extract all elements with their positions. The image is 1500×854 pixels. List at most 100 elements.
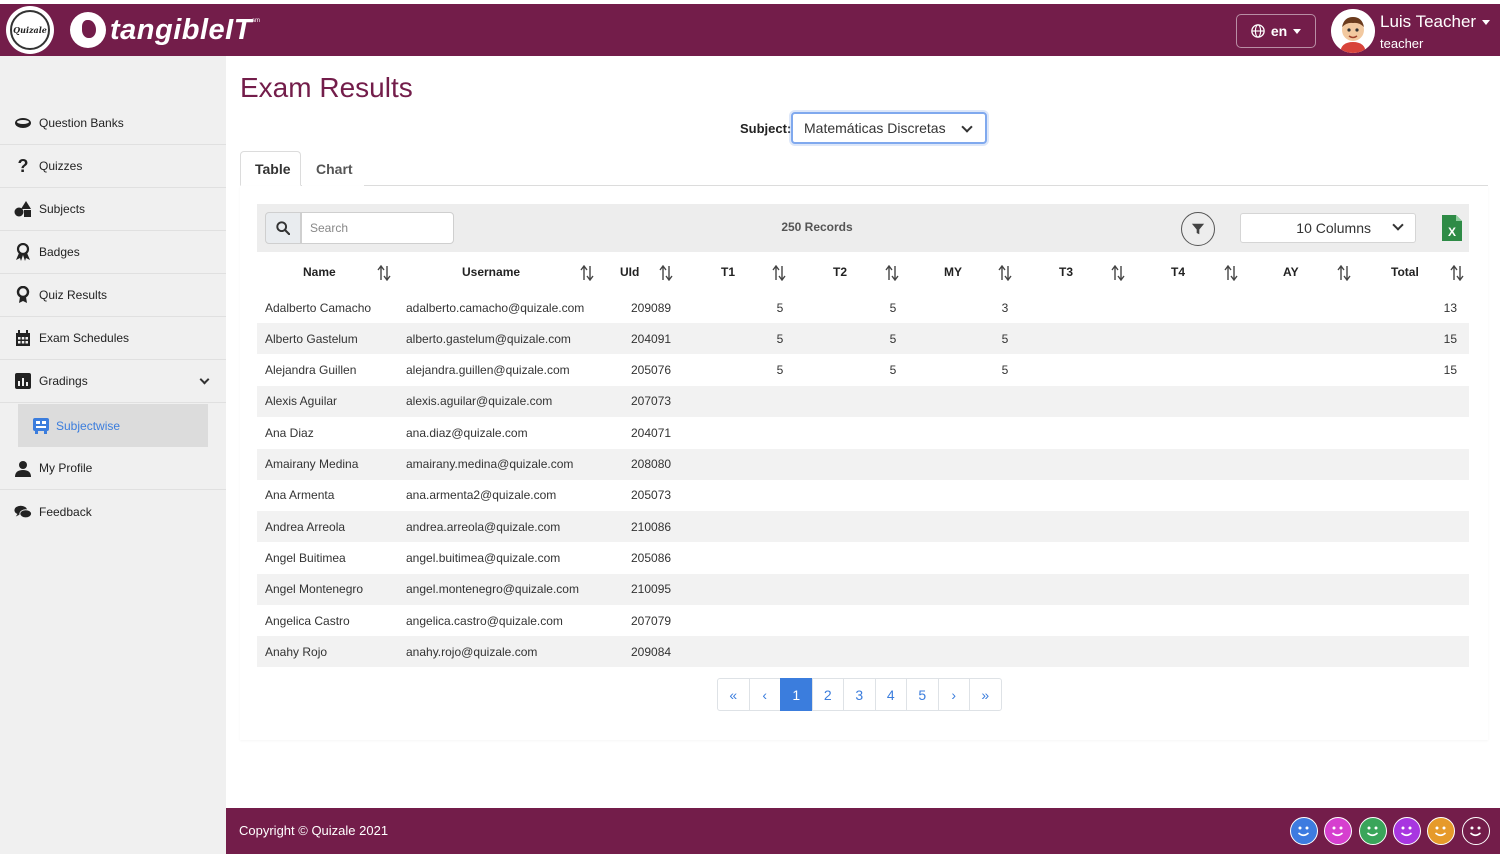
- subject-icon: [32, 417, 50, 435]
- tab-table[interactable]: Table: [240, 151, 301, 186]
- sort-icon[interactable]: [1337, 264, 1351, 282]
- quizale-logo-text: Quizale: [10, 10, 50, 50]
- theme-smiley-icon[interactable]: [1359, 817, 1387, 845]
- sidebar-item-label: Badges: [39, 245, 80, 259]
- filter-button[interactable]: [1181, 212, 1215, 246]
- table-row[interactable]: Adalberto Camacho adalberto.camacho@quiza…: [257, 292, 1469, 323]
- cell-name: Alejandra Guillen: [265, 363, 357, 378]
- sidebar-item-badges[interactable]: Badges: [0, 231, 226, 274]
- excel-export-icon[interactable]: X: [1442, 215, 1462, 241]
- sidebar-subitem-subjectwise[interactable]: Subjectwise: [18, 404, 208, 447]
- sort-icon[interactable]: [998, 264, 1012, 282]
- sidebar-item-feedback[interactable]: Feedback: [0, 490, 226, 533]
- cell-name: Alexis Aguilar: [265, 394, 338, 409]
- theme-smiley-icon[interactable]: [1427, 817, 1455, 845]
- search-input[interactable]: [301, 212, 454, 244]
- cell-username: ana.diaz@quizale.com: [406, 425, 528, 440]
- user-menu[interactable]: Luis Teacher: [1380, 12, 1491, 32]
- sidebar-item-exam-schedules[interactable]: Exam Schedules: [0, 317, 226, 360]
- cell-uid: 204071: [631, 425, 672, 440]
- sort-icon[interactable]: [772, 264, 786, 282]
- theme-smiley-icon[interactable]: [1290, 817, 1318, 845]
- language-label: en: [1270, 23, 1288, 39]
- user-avatar[interactable]: [1331, 9, 1375, 53]
- page-1[interactable]: 1: [780, 678, 813, 711]
- page-4[interactable]: 4: [874, 678, 907, 711]
- cell-t2: 5: [889, 300, 897, 315]
- table-row[interactable]: Angel Montenegro angel.montenegro@quizale…: [257, 573, 1469, 605]
- column-header-t4[interactable]: T4: [1171, 252, 1185, 292]
- cell-username: angel.montenegro@quizale.com: [406, 582, 579, 597]
- copyright-text: Copyright © Quizale 2021: [239, 823, 389, 838]
- cell-t2: 5: [889, 331, 897, 346]
- table-row[interactable]: Angel Buitimea angel.buitimea@quizale.com…: [257, 542, 1469, 573]
- sidebar-item-gradings[interactable]: Gradings: [0, 360, 226, 403]
- sidebar-subitem-label: Subjectwise: [56, 418, 121, 433]
- theme-smiley-icon[interactable]: [1324, 817, 1352, 845]
- sort-icon[interactable]: [580, 264, 594, 282]
- bank-icon: [14, 114, 32, 132]
- sidebar-item-quizzes[interactable]: ? Quizzes: [0, 145, 226, 188]
- cell-my: 5: [1001, 363, 1009, 378]
- language-dropdown[interactable]: en: [1236, 14, 1316, 48]
- table-row[interactable]: Alexis Aguilar alexis.aguilar@quizale.com…: [257, 385, 1469, 417]
- theme-smiley-icon[interactable]: [1462, 817, 1490, 845]
- sidebar-item-subjects[interactable]: Subjects: [0, 188, 226, 231]
- svg-text:X: X: [1448, 225, 1456, 239]
- column-header-t1[interactable]: T1: [721, 252, 735, 292]
- first-page-button[interactable]: «: [717, 678, 750, 711]
- top-bar: Quizale tangibleIT sm en Luis Teacher te…: [0, 4, 1500, 56]
- theme-smiley-icon[interactable]: [1393, 817, 1421, 845]
- table-row[interactable]: Alejandra Guillen alejandra.guillen@quiza…: [257, 355, 1469, 386]
- columns-select[interactable]: 10 Columns: [1240, 213, 1416, 243]
- column-header-total[interactable]: Total: [1391, 252, 1419, 292]
- sort-icon[interactable]: [885, 264, 899, 282]
- column-header-t3[interactable]: T3: [1059, 252, 1073, 292]
- table-row[interactable]: Andrea Arreola andrea.arreola@quizale.com…: [257, 511, 1469, 543]
- cell-username: angel.buitimea@quizale.com: [406, 550, 561, 565]
- sidebar-item-quiz-results[interactable]: Quiz Results: [0, 274, 226, 317]
- cell-t1: 5: [776, 331, 784, 346]
- sort-icon[interactable]: [1111, 264, 1125, 282]
- chevron-down-icon: [1392, 219, 1404, 231]
- tab-chart[interactable]: Chart: [302, 151, 364, 186]
- column-header-my[interactable]: MY: [944, 252, 962, 292]
- column-header-name[interactable]: Name: [303, 252, 336, 292]
- column-header-uid[interactable]: UId: [620, 252, 639, 292]
- chevron-down-icon: [199, 374, 210, 385]
- last-page-button[interactable]: »: [969, 678, 1002, 711]
- table-row[interactable]: Anahy Rojo anahy.rojo@quizale.com 209084: [257, 636, 1469, 668]
- column-header-ay[interactable]: AY: [1283, 252, 1299, 292]
- subject-select[interactable]: Matemáticas Discretas: [791, 112, 987, 144]
- sort-icon[interactable]: [377, 264, 391, 282]
- page-5[interactable]: 5: [906, 678, 939, 711]
- subject-label: Subject:: [740, 121, 792, 136]
- table-row[interactable]: Amairany Medina amairany.medina@quizale.c…: [257, 448, 1469, 480]
- table-row[interactable]: Alberto Gastelum alberto.gastelum@quizale…: [257, 323, 1469, 355]
- quizale-logo[interactable]: Quizale: [6, 6, 54, 54]
- column-header-t2[interactable]: T2: [833, 252, 847, 292]
- cell-username: alexis.aguilar@quizale.com: [406, 394, 553, 409]
- sort-icon[interactable]: [1450, 264, 1464, 282]
- sidebar-item-my-profile[interactable]: My Profile: [0, 447, 226, 490]
- sidebar-item-label: Subjects: [39, 202, 86, 216]
- sidebar-item-question-banks[interactable]: Question Banks: [0, 102, 226, 145]
- column-header-username[interactable]: Username: [462, 252, 520, 292]
- page-2[interactable]: 2: [811, 678, 844, 711]
- sort-icon[interactable]: [659, 264, 673, 282]
- footer: Copyright © Quizale 2021: [226, 808, 1500, 854]
- table-row[interactable]: Ana Diaz ana.diaz@quizale.com 204071: [257, 417, 1469, 448]
- cell-uid: 207073: [631, 394, 672, 409]
- table-row[interactable]: Ana Armenta ana.armenta2@quizale.com 20507…: [257, 480, 1469, 511]
- page-3[interactable]: 3: [843, 678, 876, 711]
- table-row[interactable]: Angelica Castro angelica.castro@quizale.c…: [257, 605, 1469, 636]
- prev-page-button[interactable]: ‹: [748, 678, 781, 711]
- cell-name: Adalberto Camacho: [265, 300, 372, 315]
- next-page-button[interactable]: ›: [937, 678, 970, 711]
- cell-name: Angel Montenegro: [265, 582, 364, 597]
- page-title: Exam Results: [240, 72, 413, 103]
- search-button[interactable]: [265, 212, 301, 244]
- cell-username: alberto.gastelum@quizale.com: [406, 331, 571, 346]
- sidebar-item-label: Feedback: [39, 504, 92, 519]
- sort-icon[interactable]: [1224, 264, 1238, 282]
